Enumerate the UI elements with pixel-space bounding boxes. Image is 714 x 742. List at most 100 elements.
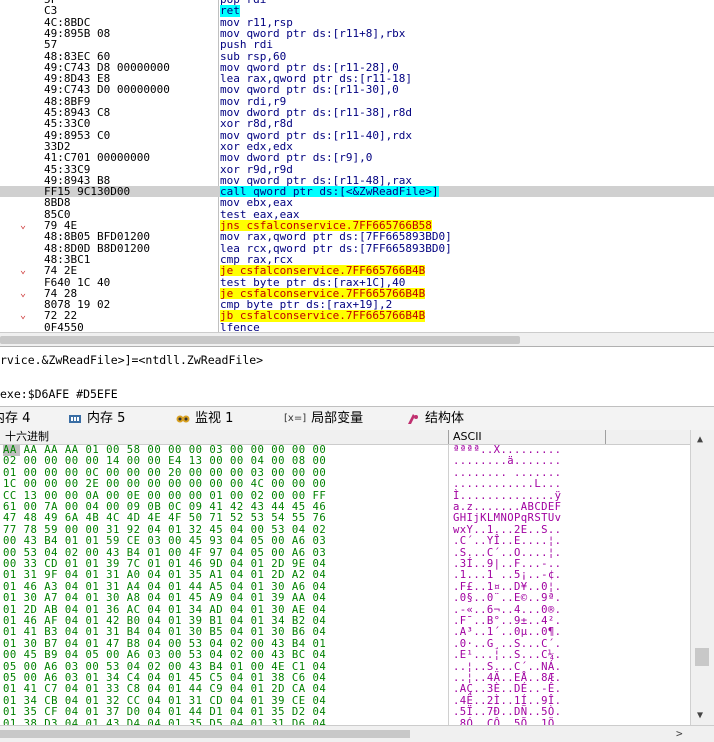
column-divider (448, 707, 449, 720)
disassembly-horizontal-scrollbar[interactable] (0, 332, 714, 347)
ascii-text[interactable]: .C´..YÎ..E....¦. (453, 535, 561, 547)
instruction-text: je csfalconservice.7FF665766B4B (220, 264, 426, 278)
column-divider (448, 479, 449, 492)
instruction-bytes: 49:C743 D0 00000000 (44, 83, 170, 97)
instruction-text: mov dword ptr ds:[r9],0 (220, 151, 373, 165)
column-divider (448, 524, 449, 537)
watch-icon (176, 415, 190, 423)
column-divider (448, 695, 449, 708)
tab-memory-5[interactable]: 内存 5 (68, 410, 125, 428)
hex-dump-header: 十六进制 ASCII (0, 430, 700, 445)
instruction-bytes: 0F4550 (44, 320, 84, 332)
info-address-line: exe:$D6AFE #D5EFE (0, 387, 118, 401)
instruction-text: ret (220, 4, 240, 18)
disasm-row[interactable]: 8BD8 mov ebx,eax (0, 196, 714, 210)
ascii-column-header[interactable]: ASCII (453, 430, 482, 444)
info-reference-line: rvice.&ZwReadFile>]=<ntdll.ZwReadFile> (0, 353, 264, 367)
dump-row[interactable]: 00 43 B4 01 01 59 CE 03 00 45 93 04 05 0… (0, 535, 700, 549)
column-divider (448, 684, 449, 697)
tab-label: 监视 1 (195, 411, 234, 426)
column-divider (448, 456, 449, 469)
disasm-row[interactable]: 57 push rdi (0, 38, 714, 52)
column-divider (448, 547, 449, 560)
disasm-row[interactable]: 48:8D0D B8D01200 lea rcx,qword ptr ds:[7F… (0, 242, 714, 254)
scroll-right-icon[interactable]: > (676, 727, 683, 740)
column-divider (448, 673, 449, 685)
dump-row[interactable]: 00 45 B9 04 05 00 A6 03 00 53 04 02 00 4… (0, 649, 700, 663)
hex-dump-pane[interactable]: 十六进制 ASCII AA AA AA AA 01 00 58 00 00 00… (0, 430, 714, 725)
column-divider (605, 430, 606, 444)
tab-label: 内存 5 (87, 411, 126, 426)
branch-arrow-icon: ⌄ (20, 287, 27, 299)
disasm-row[interactable]: 48:8B05 BFD01200 mov rax,qword ptr ds:[7F… (0, 230, 714, 244)
scrollbar-thumb[interactable] (0, 336, 520, 344)
disasm-row[interactable]: 45:8943 C8 mov dword ptr ds:[r11-38],r8d (0, 107, 714, 119)
instruction-text: jb csfalconservice.7FF665766B4B (220, 309, 426, 323)
instruction-text: mov qword ptr ds:[r11-30],0 (220, 83, 399, 97)
disasm-row[interactable]: 49:C743 D0 00000000 mov qword ptr ds:[r11… (0, 83, 714, 97)
ascii-text[interactable]: .0§..0¨..E©..9ª. (453, 592, 561, 604)
dump-row[interactable]: 1C 00 00 00 2E 00 00 00 00 00 00 00 4C 0… (0, 478, 700, 492)
hex-column-header[interactable]: 十六进制 (5, 430, 49, 444)
column-divider (448, 430, 449, 444)
disasm-row[interactable]: 41:C701 00000000 mov dword ptr ds:[r9],0 (0, 151, 714, 165)
instruction-text: mov ebx,eax (220, 196, 293, 210)
dump-tabs: 内存 4 内存 5 监视 1 [x=] 局部变量 结构体 (0, 406, 714, 432)
hex-bytes[interactable]: 01 35 CF 04 01 37 D0 04 01 44 D1 04 01 3… (3, 706, 326, 718)
column-divider (448, 467, 449, 480)
tab-label: 局部变量 (311, 411, 364, 426)
disasm-row[interactable]: FF15 9C130D00 call qword ptr ds:[<&ZwRead… (0, 186, 714, 197)
column-divider (448, 593, 449, 606)
scroll-up-icon[interactable]: ▲ (697, 434, 703, 445)
disasm-row[interactable]: 0F4550 lfence (0, 320, 714, 332)
tab-memory-4[interactable]: 内存 4 (0, 410, 30, 428)
ascii-text[interactable]: ............L... (453, 478, 561, 490)
instruction-text: mov rax,qword ptr ds:[7FF665893BD0] (220, 230, 452, 244)
disasm-row[interactable]: 45:33C0 xor r8d,r8d (0, 118, 714, 130)
tab-watch-1[interactable]: 监视 1 (176, 410, 233, 428)
column-divider (448, 536, 449, 549)
tab-local-vars[interactable]: [x=] 局部变量 (284, 410, 363, 428)
dump-row[interactable]: 01 30 A7 04 01 30 A8 04 01 45 A9 04 01 3… (0, 592, 700, 606)
local-vars-icon: [x=] (284, 413, 307, 424)
instruction-bytes: 74 2E (44, 264, 78, 278)
instruction-bytes: 57 (44, 38, 58, 52)
instruction-bytes: C3 (44, 4, 58, 18)
disassembly-pane[interactable]: 5Fpop rdiC3ret4C:8BDCmov r11,rsp49:895B … (0, 0, 714, 332)
disasm-row[interactable]: ⌄ 72 22 jb csfalconservice.7FF665766B4B (0, 309, 714, 323)
hex-bytes[interactable]: 1C 00 00 00 2E 00 00 00 00 00 00 00 4C 0… (3, 478, 326, 490)
column-divider (448, 490, 449, 503)
scrollbar-thumb[interactable] (695, 648, 709, 666)
disasm-row[interactable]: 49:8953 C0 mov qword ptr ds:[r11-40],rdx (0, 129, 714, 141)
branch-arrow-icon: ⌄ (20, 220, 27, 231)
memory-icon (69, 415, 81, 423)
instruction-text: lfence (220, 320, 260, 332)
ascii-text[interactable]: .E¹...¦..S...C¼. (453, 649, 561, 661)
tab-label: 内存 4 (0, 411, 31, 426)
dump-row[interactable]: 01 35 CF 04 01 37 D0 04 01 44 D1 04 01 3… (0, 706, 700, 720)
scrollbar-thumb[interactable] (0, 730, 410, 738)
instruction-text: push rdi (220, 38, 273, 52)
info-pane: rvice.&ZwReadFile>]=<ntdll.ZwReadFile> e… (0, 346, 714, 407)
disasm-row[interactable]: C3 ret (0, 4, 714, 18)
column-divider (448, 638, 449, 651)
hex-dump-horizontal-scrollbar[interactable]: > (0, 725, 714, 742)
hex-bytes[interactable]: 01 30 A7 04 01 30 A8 04 01 45 A9 04 01 3… (3, 592, 326, 604)
disasm-row[interactable]: 49:895B 08 mov qword ptr ds:[r11+8],rbx (0, 28, 714, 40)
hex-dump-vertical-scrollbar[interactable]: ▲ ▼ (690, 430, 714, 725)
hex-bytes[interactable]: 00 43 B4 01 01 59 CE 03 00 45 93 04 05 0… (3, 535, 326, 547)
scroll-down-icon[interactable]: ▼ (697, 710, 703, 721)
branch-arrow-icon: ⌄ (20, 310, 27, 322)
tab-struct[interactable]: 结构体 (406, 410, 464, 428)
instruction-bytes: 72 22 (44, 309, 78, 323)
ascii-text[interactable]: .5Ï..7Ð..DÑ..5Ò. (453, 706, 561, 718)
instruction-bytes: 48:8B05 BFD01200 (44, 230, 150, 244)
column-divider (448, 650, 449, 663)
disasm-row[interactable]: ⌄ 74 2E je csfalconservice.7FF665766B4B (0, 265, 714, 276)
hex-bytes[interactable]: 00 45 B9 04 05 00 A6 03 00 53 04 02 00 4… (3, 649, 326, 661)
column-divider (448, 616, 449, 628)
instruction-bytes: 41:C701 00000000 (44, 151, 150, 165)
struct-icon (408, 414, 418, 424)
column-divider (448, 581, 449, 594)
column-divider (448, 559, 449, 571)
